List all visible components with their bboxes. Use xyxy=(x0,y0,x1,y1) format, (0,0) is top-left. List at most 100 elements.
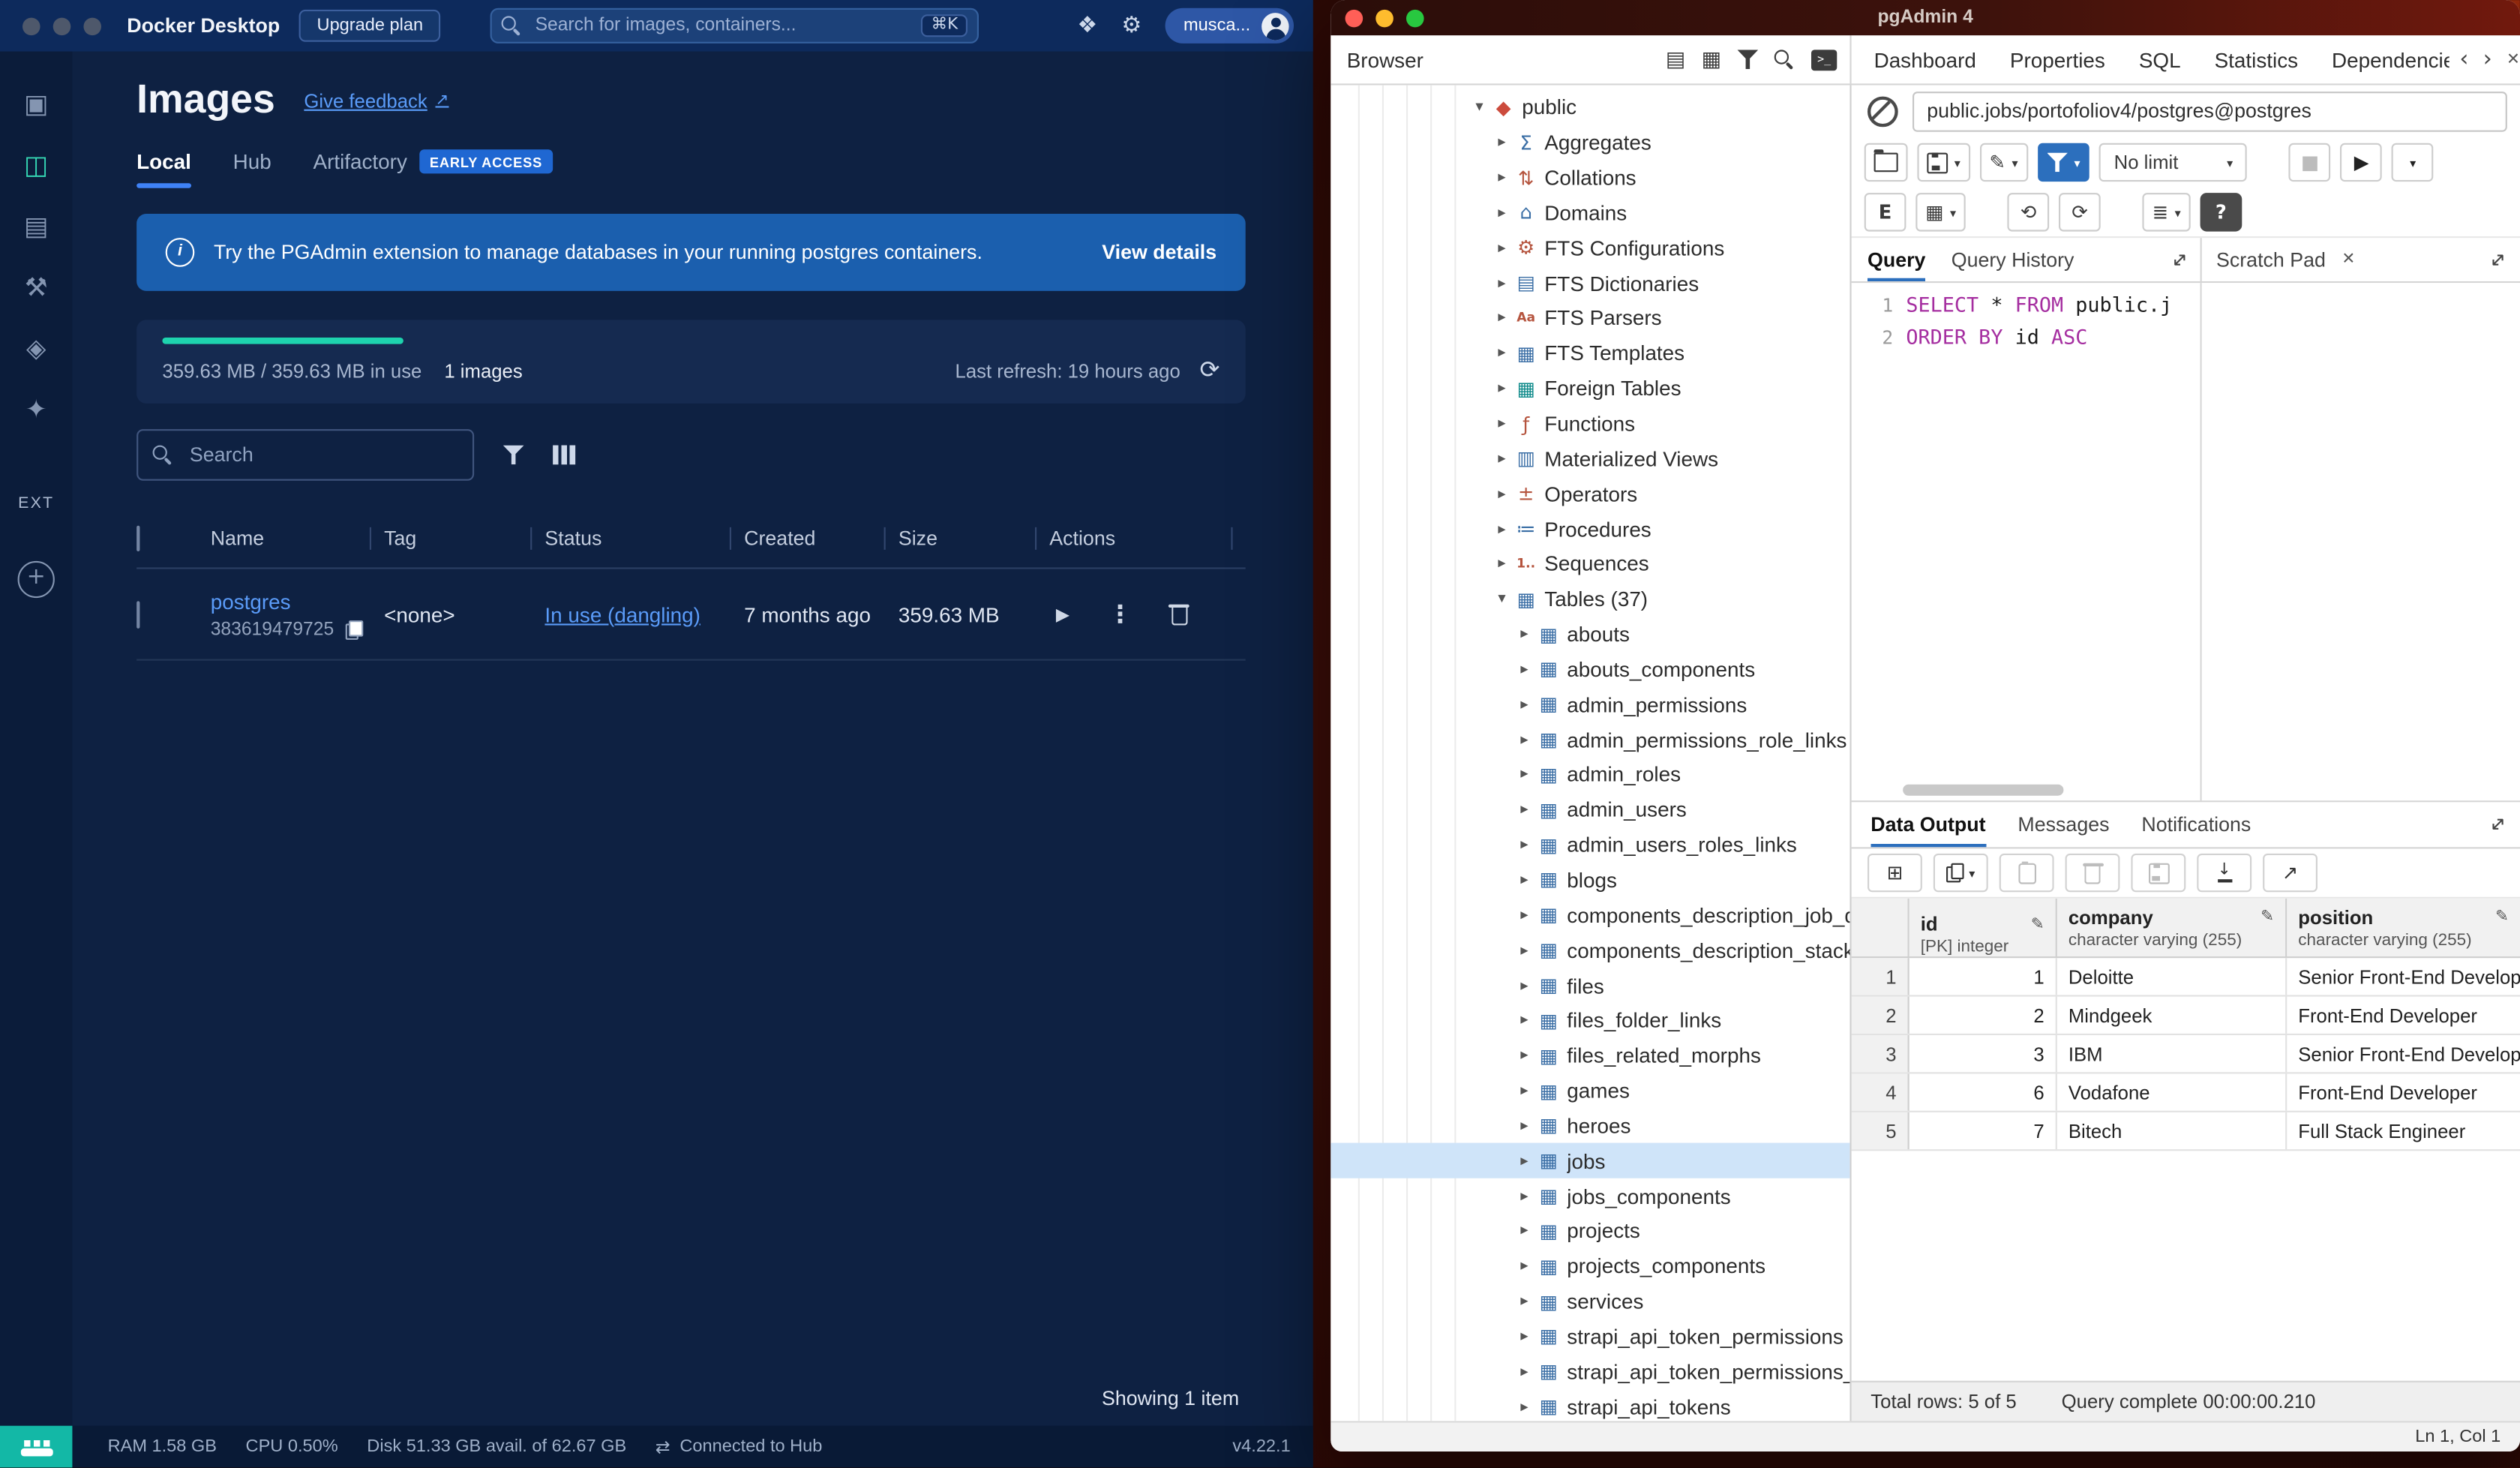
images-icon[interactable]: ◫ xyxy=(19,148,54,183)
tree-chevron-icon[interactable]: ▸ xyxy=(1492,380,1513,398)
tree-item-procedures[interactable]: ▸≔Procedures xyxy=(1330,512,1850,547)
cell-company[interactable]: Vodafone xyxy=(2057,1073,2287,1110)
tab-scratch-pad[interactable]: Scratch Pad xyxy=(2216,238,2326,281)
macros-button[interactable]: ≣▾ xyxy=(2143,193,2191,231)
output-tab-notifications[interactable]: Notifications xyxy=(2141,802,2251,847)
cell-company[interactable]: Bitech xyxy=(2057,1112,2287,1149)
tree-chevron-icon[interactable]: ▸ xyxy=(1514,731,1535,749)
tree-item-collations[interactable]: ▸⇅Collations xyxy=(1330,161,1850,196)
tree-chevron-icon[interactable]: ▸ xyxy=(1514,1328,1535,1346)
editor-line[interactable]: 1SELECT * FROM public.j xyxy=(1852,290,2200,322)
scratch-pad-input[interactable] xyxy=(2202,283,2520,800)
tree-chevron-icon[interactable]: ▸ xyxy=(1514,906,1535,924)
grid-column-header-id[interactable]: id✎[PK] integer xyxy=(1910,899,2057,956)
tree-item-domains[interactable]: ▸⌂Domains xyxy=(1330,195,1850,230)
traffic-light-close-icon[interactable] xyxy=(22,17,40,35)
tree-item-public[interactable]: ▾◆public xyxy=(1330,90,1850,125)
tree-item-sequences[interactable]: ▸1..Sequences xyxy=(1330,547,1850,582)
tree-item-fts-dictionaries[interactable]: ▸▤FTS Dictionaries xyxy=(1330,266,1850,301)
tree-item-components-description-job-de[interactable]: ▸▦components_description_job_de xyxy=(1330,898,1850,933)
tree-item-heroes[interactable]: ▸▦heroes xyxy=(1330,1108,1850,1143)
edit-column-icon[interactable]: ✎ xyxy=(2495,908,2509,926)
cell-company[interactable]: Deloitte xyxy=(2057,958,2287,995)
cell-id[interactable]: 1 xyxy=(1910,958,2057,995)
tree-item-files-related-morphs[interactable]: ▸▦files_related_morphs xyxy=(1330,1038,1850,1073)
tree-item-fts-templates[interactable]: ▸▦FTS Templates xyxy=(1330,336,1850,371)
tree-chevron-icon[interactable]: ▸ xyxy=(1514,626,1535,644)
row-checkbox[interactable] xyxy=(136,600,140,627)
execute-options-button[interactable]: ▾ xyxy=(2392,143,2434,182)
tree-item-fts-configurations[interactable]: ▸⚙FTS Configurations xyxy=(1330,230,1850,266)
paste-button[interactable] xyxy=(2000,854,2054,892)
tree-chevron-icon[interactable]: ▸ xyxy=(1514,1292,1535,1310)
image-row-postgres[interactable]: postgres 383619479725 <none> In use (dan… xyxy=(136,569,1246,661)
edit-column-icon[interactable]: ✎ xyxy=(2260,908,2274,926)
expand-output-icon[interactable]: ↕ xyxy=(2484,811,2511,838)
global-search[interactable]: ⌘K xyxy=(490,8,979,44)
tree-item-fts-parsers[interactable]: ▸AaFTS Parsers xyxy=(1330,301,1850,336)
editor-hscrollbar[interactable] xyxy=(1903,785,2063,796)
image-status-link[interactable]: In use (dangling) xyxy=(544,602,700,626)
tree-chevron-icon[interactable]: ▸ xyxy=(1492,275,1513,293)
tree-item-admin-users-roles-links[interactable]: ▸▦admin_users_roles_links xyxy=(1330,827,1850,863)
cell-id[interactable]: 7 xyxy=(1910,1112,2057,1149)
connection-string-input[interactable] xyxy=(1912,91,2507,131)
sql-editor[interactable]: 1SELECT * FROM public.j2ORDER BY id ASC xyxy=(1852,283,2202,800)
tab-query-history[interactable]: Query History xyxy=(1952,238,2074,281)
row-number-cell[interactable]: 1 xyxy=(1852,958,1910,995)
tab-query[interactable]: Query xyxy=(1868,238,1925,281)
tree-item-jobs[interactable]: ▸▦jobs xyxy=(1330,1143,1850,1178)
tabs-scroll-right-icon[interactable]: › xyxy=(2483,47,2492,72)
column-header-status[interactable]: Status xyxy=(544,509,744,567)
save-data-button[interactable] xyxy=(2131,854,2186,892)
traffic-light-minimize-icon[interactable] xyxy=(53,17,71,35)
dev-environments-icon[interactable]: ◈ xyxy=(19,331,54,366)
cancel-query-button[interactable]: ■ xyxy=(2289,143,2331,182)
tree-chevron-icon[interactable]: ▸ xyxy=(1514,1046,1535,1064)
tree-chevron-icon[interactable]: ▸ xyxy=(1492,520,1513,538)
user-menu-button[interactable]: musca... xyxy=(1166,8,1294,44)
tree-item-jobs-components[interactable]: ▸▦jobs_components xyxy=(1330,1178,1850,1214)
row-number-cell[interactable]: 2 xyxy=(1852,997,1910,1034)
grid-column-header-company[interactable]: company✎character varying (255) xyxy=(2057,899,2287,956)
troubleshoot-icon[interactable]: ❖ xyxy=(1077,14,1097,37)
execute-query-button[interactable]: ▶ xyxy=(2341,143,2383,182)
graph-visualiser-button[interactable]: ↗ xyxy=(2263,854,2318,892)
image-name-link[interactable]: postgres xyxy=(211,589,291,613)
tree-chevron-icon[interactable]: ▸ xyxy=(1514,766,1535,784)
tree-chevron-icon[interactable]: ▸ xyxy=(1492,415,1513,433)
filter-icon[interactable] xyxy=(1737,50,1758,69)
tree-chevron-icon[interactable]: ▸ xyxy=(1492,134,1513,152)
tree-item-aggregates[interactable]: ▸ΣAggregates xyxy=(1330,125,1850,161)
tree-item-strapi-api-tokens[interactable]: ▸▦strapi_api_tokens xyxy=(1330,1389,1850,1421)
tree-chevron-icon[interactable]: ▸ xyxy=(1514,1187,1535,1205)
connection-status-icon[interactable] xyxy=(1868,95,1898,126)
cell-id[interactable]: 6 xyxy=(1910,1073,2057,1110)
tree-item-admin-roles[interactable]: ▸▦admin_roles xyxy=(1330,757,1850,792)
tree-item-tables-37[interactable]: ▾▦Tables (37) xyxy=(1330,581,1850,617)
expand-editor-icon[interactable]: ↕ xyxy=(2165,246,2192,273)
pgadmin-tab-dashboard[interactable]: Dashboard xyxy=(1874,47,1976,71)
docker-whale-icon[interactable] xyxy=(0,1427,72,1468)
close-scratch-pad-icon[interactable]: ✕ xyxy=(2342,251,2355,269)
tree-item-admin-permissions[interactable]: ▸▦admin_permissions xyxy=(1330,687,1850,722)
editor-line[interactable]: 2ORDER BY id ASC xyxy=(1852,322,2200,354)
rollback-button[interactable]: ⟳ xyxy=(2059,193,2101,231)
tree-chevron-icon[interactable]: ▾ xyxy=(1492,590,1513,608)
tree-chevron-icon[interactable]: ▸ xyxy=(1514,836,1535,854)
tab-artifactory[interactable]: ArtifactoryEARLY ACCESS xyxy=(313,149,552,188)
tree-item-services[interactable]: ▸▦services xyxy=(1330,1283,1850,1319)
tree-chevron-icon[interactable]: ▸ xyxy=(1492,239,1513,257)
tree-chevron-icon[interactable]: ▸ xyxy=(1492,204,1513,222)
tabs-scroll-left-icon[interactable]: ‹ xyxy=(2459,47,2468,72)
column-header-size[interactable]: Size xyxy=(898,509,1049,567)
tree-chevron-icon[interactable]: ▸ xyxy=(1514,1012,1535,1030)
tab-hub[interactable]: Hub xyxy=(233,149,272,188)
tree-chevron-icon[interactable]: ▸ xyxy=(1492,169,1513,187)
delete-row-button[interactable] xyxy=(2066,854,2120,892)
tree-chevron-icon[interactable]: ▸ xyxy=(1514,1117,1535,1135)
tree-chevron-icon[interactable]: ▸ xyxy=(1492,485,1513,503)
tree-chevron-icon[interactable]: ▸ xyxy=(1492,344,1513,362)
global-search-input[interactable] xyxy=(532,14,912,37)
kebab-menu-icon[interactable]: ⋮ xyxy=(1108,599,1132,629)
